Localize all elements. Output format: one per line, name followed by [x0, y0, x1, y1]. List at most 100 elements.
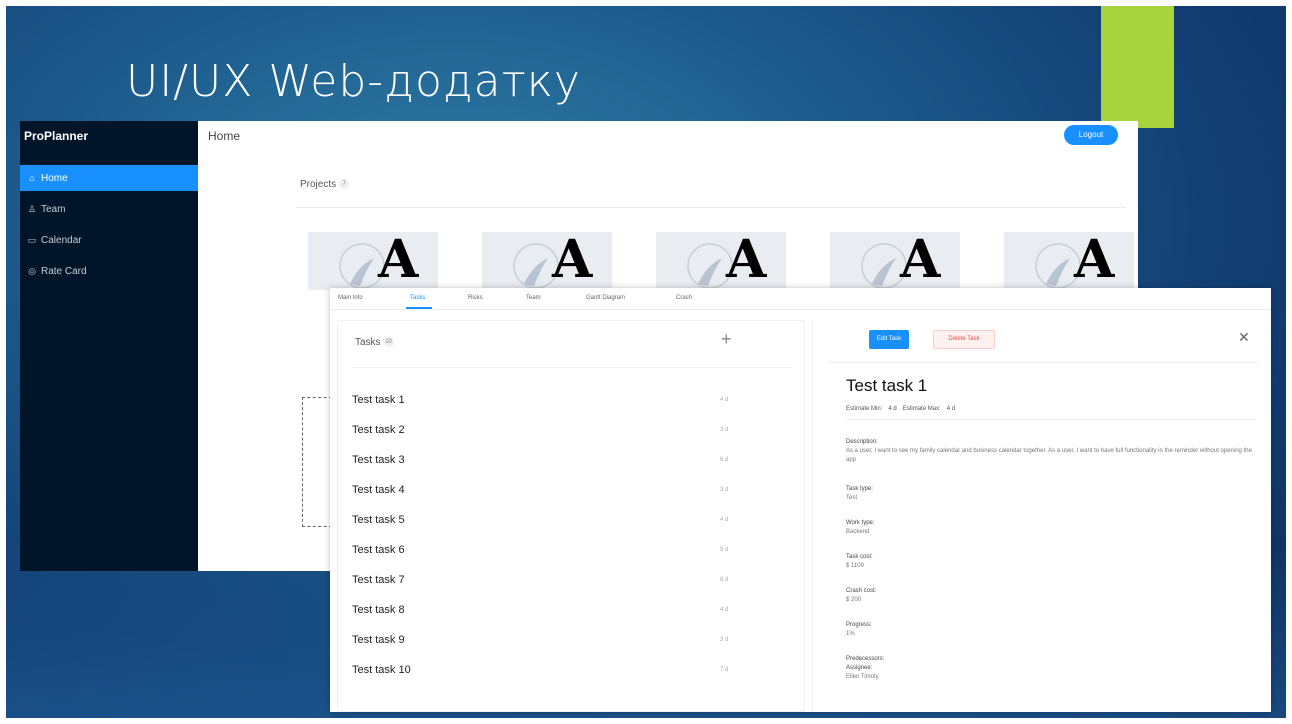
tab-crash[interactable]: Crash	[676, 295, 692, 301]
projects-count-badge: 7	[339, 179, 350, 190]
dashed-placeholder	[302, 397, 332, 527]
project-card[interactable]: A	[830, 232, 960, 290]
description-value: As a user, I want to see my family calen…	[846, 448, 1252, 463]
tasks-label: Tasks	[355, 337, 381, 348]
work-type-value: Backend	[846, 529, 870, 535]
task-estimate: 6 d	[720, 457, 729, 463]
sidebar: ProPlanner ⌂ Home ♙ Team ▭ Calendar ◎ Rate C…	[20, 121, 198, 571]
sidebar-item-label: Team	[41, 204, 66, 215]
calendar-icon: ▭	[27, 235, 37, 245]
team-icon: ♙	[27, 204, 37, 214]
crash-cost-field: Crash cost: $ 200	[846, 587, 1261, 605]
task-detail-pane: Edit Task Delete Task ✕ Test task 1 Esti…	[812, 320, 1271, 712]
task-cost-field: Task cost: $ 1100	[846, 553, 1261, 571]
divider	[846, 419, 1256, 420]
assignee-value: Ellen Timoty	[846, 674, 879, 680]
task-name: Test task 8	[352, 604, 405, 616]
task-row[interactable]: Test task 8 4 d	[338, 595, 806, 625]
task-row[interactable]: Test task 2 3 d	[338, 415, 806, 445]
project-card[interactable]: A	[656, 232, 786, 290]
description-label: Description:	[846, 439, 878, 445]
task-row[interactable]: Test task 6 5 d	[338, 535, 806, 565]
divider	[296, 207, 1126, 208]
close-icon[interactable]: ✕	[1238, 329, 1250, 346]
estimate-min-value: 4 d	[888, 406, 897, 412]
sidebar-item-calendar[interactable]: ▭ Calendar	[20, 227, 198, 253]
sidebar-item-home[interactable]: ⌂ Home	[20, 165, 198, 191]
task-name: Test task 6	[352, 544, 405, 556]
progress-label: Progress:	[846, 622, 872, 628]
tab-risks[interactable]: Risks	[468, 295, 483, 301]
rate-card-icon: ◎	[28, 266, 36, 276]
project-logo-letter: A	[378, 232, 419, 290]
task-estimate: 3 d	[720, 427, 729, 433]
task-row[interactable]: Test task 10 7 d	[338, 655, 806, 685]
accent-rectangle	[1101, 6, 1174, 128]
crash-cost-value: $ 200	[846, 597, 862, 603]
task-estimate: 7 d	[720, 667, 729, 673]
task-cost-label: Task cost:	[846, 554, 873, 560]
edit-task-button[interactable]: Edit Task	[869, 330, 909, 349]
task-type-label: Task type:	[846, 486, 874, 492]
task-estimate: 3 d	[720, 637, 729, 643]
delete-task-button[interactable]: Delete Task	[933, 330, 995, 349]
project-card[interactable]: A	[1004, 232, 1134, 290]
tasks-heading: Tasks 10	[355, 337, 394, 348]
crash-cost-label: Crash cost:	[846, 588, 877, 594]
project-logo-letter: A	[552, 232, 593, 290]
task-row[interactable]: Test task 3 6 d	[338, 445, 806, 475]
task-name: Test task 3	[352, 454, 405, 466]
task-detail-title: Test task 1	[846, 376, 928, 395]
task-name: Test task 5	[352, 514, 405, 526]
sidebar-item-label: Rate Card	[41, 266, 87, 277]
task-estimate: 4 d	[720, 397, 729, 403]
sidebar-item-team[interactable]: ♙ Team	[20, 196, 198, 222]
task-row[interactable]: Test task 5 4 d	[338, 505, 806, 535]
task-row[interactable]: Test task 1 4 d	[338, 385, 806, 415]
predecessors-field: Predecessors: Assignee: Ellen Timoty	[846, 655, 1261, 682]
task-type-field: Task type: Test	[846, 485, 1261, 503]
task-estimate: 4 d	[720, 607, 729, 613]
predecessors-label: Predecessors:	[846, 656, 885, 662]
divider	[828, 362, 1258, 363]
tab-gantt-diagram[interactable]: Gantt Diagram	[586, 295, 625, 301]
task-estimate: 5 d	[720, 547, 729, 553]
project-logo-letter: A	[726, 232, 767, 290]
task-type-value: Test	[846, 495, 858, 501]
task-estimate: 3 d	[720, 487, 729, 493]
estimate-max-value: 4 d	[946, 406, 956, 412]
task-name: Test task 4	[352, 484, 405, 496]
work-type-field: Work type: Backend	[846, 519, 1261, 537]
project-card[interactable]: A	[482, 232, 612, 290]
add-task-icon[interactable]: +	[721, 329, 732, 350]
task-cost-value: $ 1100	[846, 563, 864, 569]
task-row[interactable]: Test task 4 3 d	[338, 475, 806, 505]
divider	[352, 367, 792, 368]
description-field: Description: As a user, I want to see my…	[846, 438, 1261, 465]
sidebar-item-label: Calendar	[41, 235, 82, 246]
logout-button[interactable]: Logout	[1064, 125, 1118, 145]
project-detail-panel: Main Info Tasks Risks Team Gantt Diagram…	[330, 288, 1271, 712]
tasks-count-badge: 10	[383, 337, 394, 348]
slide-title: UI/UX Web-додатку	[126, 56, 581, 107]
progress-value: 1%	[846, 631, 855, 637]
task-row[interactable]: Test task 7 8 d	[338, 565, 806, 595]
estimate-min-label: Estimate Min:	[846, 406, 883, 412]
app-brand: ProPlanner	[24, 129, 89, 143]
project-logo-letter: A	[900, 232, 941, 290]
project-card[interactable]: A	[308, 232, 438, 290]
task-row[interactable]: Test task 9 3 d	[338, 625, 806, 655]
tab-tasks[interactable]: Tasks	[410, 295, 425, 301]
task-name: Test task 9	[352, 634, 405, 646]
estimate-max-label: Estimate Max:	[902, 406, 941, 412]
task-name: Test task 7	[352, 574, 405, 586]
tab-main-info[interactable]: Main Info	[338, 295, 363, 301]
work-type-label: Work type:	[846, 520, 875, 526]
estimate-row: Estimate Min: 4 d Estimate Max: 4 d	[846, 406, 961, 412]
task-estimate: 8 d	[720, 577, 729, 583]
task-name: Test task 2	[352, 424, 405, 436]
task-estimate: 4 d	[720, 517, 729, 523]
task-name: Test task 10	[352, 664, 411, 676]
tab-team[interactable]: Team	[526, 295, 541, 301]
sidebar-item-rate-card[interactable]: ◎ Rate Card	[20, 258, 198, 284]
